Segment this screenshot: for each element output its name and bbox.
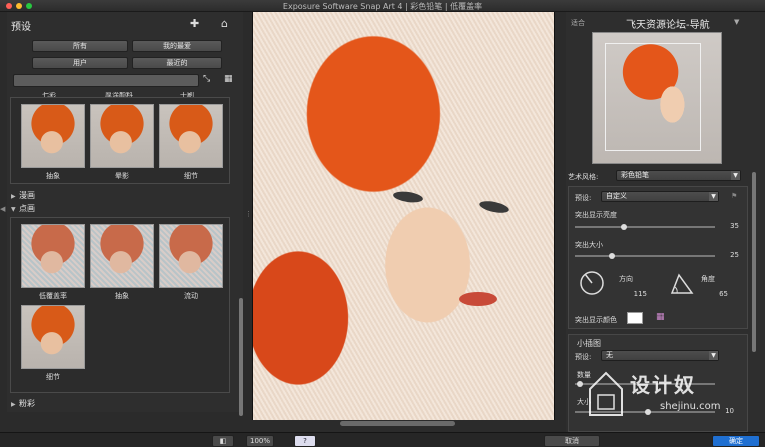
color-picker-icon[interactable]: ▦ — [656, 312, 665, 322]
house-logo-icon — [589, 371, 623, 416]
highlight-size-knob[interactable] — [609, 253, 615, 259]
highlight-color-label: 突出显示颜色 — [575, 316, 617, 324]
category-comic-label: 漫画 — [19, 191, 35, 200]
filter-user-button[interactable]: 用户 — [32, 57, 128, 69]
chevron-down-icon: ▼ — [11, 206, 16, 213]
canvas-lips — [459, 292, 497, 306]
canvas-portrait — [392, 142, 533, 362]
panel-divider-handle[interactable]: ⋮ — [245, 210, 252, 224]
filter-all-button[interactable]: 所有 — [32, 40, 128, 52]
grid-view-icon[interactable]: ▦ — [224, 74, 233, 84]
category-pointillism[interactable]: ▼ 点画 — [11, 203, 35, 214]
category-pastel-label: 粉彩 — [19, 399, 35, 408]
image-canvas[interactable] — [252, 12, 555, 420]
ok-button[interactable]: 确定 — [712, 435, 760, 447]
highlight-brightness-slider[interactable] — [575, 224, 715, 230]
angle-dial-icon[interactable] — [669, 270, 695, 296]
highlight-color-swatch[interactable] — [627, 312, 643, 324]
art-style-label: 艺术风格: — [568, 173, 599, 181]
highlight-size-value: 25 — [730, 251, 739, 259]
category-pastel[interactable]: ▶ 粉彩 — [11, 398, 35, 409]
chevron-down-icon: ▼ — [709, 192, 718, 201]
highlight-brightness-value: 35 — [730, 222, 739, 230]
title-bar: Exposure Software Snap Art 4 | 彩色铅笔 | 低覆… — [0, 0, 765, 12]
presets-header: 预设 ✚ ⌂ — [7, 16, 243, 34]
presets-scrollbar[interactable] — [239, 298, 243, 416]
small-preset-label: 预设: — [575, 353, 592, 361]
angle-value: 65 — [719, 290, 728, 298]
preset-thumb-low-coverage[interactable] — [21, 224, 85, 288]
preset-label-abstract: 抽象 — [46, 172, 60, 180]
settings-scrollbar[interactable] — [752, 172, 756, 352]
category-pointillism-label: 点画 — [19, 204, 35, 213]
art-style-select[interactable]: 彩色铅笔 ▼ — [616, 170, 741, 181]
angle-label: 角度 — [701, 275, 715, 283]
preset-value: 自定义 — [606, 192, 627, 200]
preset-thumb-vignette[interactable] — [90, 104, 154, 168]
preset-label: 预设: — [575, 194, 592, 202]
navigator-preview[interactable] — [592, 32, 722, 164]
category-comic[interactable]: ▶ 漫画 — [11, 190, 35, 201]
preset-search-input[interactable] — [13, 74, 199, 87]
collapse-left-icon[interactable]: ◀ — [0, 205, 5, 213]
navigator-fit[interactable]: 适合 — [571, 18, 585, 28]
canvas-eye-left — [392, 189, 424, 205]
collapse-icon[interactable]: ⤡ — [203, 74, 210, 84]
filter-favorites-button[interactable]: 我的最爱 — [132, 40, 222, 52]
chevron-right-icon: ▶ — [11, 193, 16, 200]
cancel-button[interactable]: 取消 — [544, 435, 600, 447]
presets-title: 预设 — [11, 22, 31, 33]
navigator-viewport[interactable] — [605, 43, 701, 151]
small-preset-select[interactable]: 无 ▼ — [601, 350, 719, 361]
watermark: 设计奴 shejinu.com — [582, 365, 762, 423]
preset-thumb-detail[interactable] — [159, 104, 223, 168]
plus-icon[interactable]: ✚ — [190, 17, 199, 30]
direction-label: 方向 — [619, 275, 633, 283]
canvas-eye-right — [478, 198, 510, 216]
preset-label-vignette: 晕影 — [115, 172, 129, 180]
preset-select[interactable]: 自定义 ▼ — [601, 191, 719, 202]
watermark-text: 设计奴 — [630, 373, 696, 397]
preset-label-detail-2: 细节 — [46, 373, 60, 381]
bottom-toolbar: ◧ 100% ? 取消 确定 — [0, 432, 765, 447]
preset-group-top: 抽象 晕影 细节 — [10, 97, 230, 184]
preset-label-flow: 流动 — [184, 292, 198, 300]
chevron-down-icon[interactable]: ▼ — [734, 18, 739, 26]
highlight-size-slider[interactable] — [575, 253, 715, 259]
split-view-button[interactable]: ◧ — [212, 435, 234, 447]
category-crayon[interactable]: ▶蜡笔 — [11, 411, 35, 412]
window-title: Exposure Software Snap Art 4 | 彩色铅笔 | 低覆… — [282, 2, 483, 11]
preset-label-detail: 细节 — [184, 172, 198, 180]
navigator-header: 适合 飞天资源论坛-导航 ▼ — [566, 15, 765, 31]
preset-thumb-abstract-2[interactable] — [90, 224, 154, 288]
highlight-size-label: 突出大小 — [575, 241, 603, 249]
art-style-value: 彩色铅笔 — [621, 171, 649, 179]
small-stroke-title: 小插图 — [577, 339, 601, 348]
direction-dial-icon[interactable] — [579, 270, 605, 296]
small-preset-value: 无 — [606, 351, 613, 359]
home-icon[interactable]: ⌂ — [221, 17, 228, 30]
preset-thumb-abstract[interactable] — [21, 104, 85, 168]
watermark-url: shejinu.com — [660, 401, 721, 412]
preset-thumb-detail-2[interactable] — [21, 305, 85, 369]
chevron-right-icon: ▶ — [11, 401, 16, 408]
preset-thumb-flow[interactable] — [159, 224, 223, 288]
chevron-down-icon: ▼ — [731, 171, 740, 180]
help-button[interactable]: ? — [294, 435, 316, 447]
direction-value: 115 — [633, 290, 647, 298]
preset-list: 七彩 厚涂颜料 干刷 抽象 晕影 细节 ▶ 漫画 ▼ 点画 低覆盖率 抽象 流动 细… — [7, 92, 243, 412]
highlight-brightness-label: 突出显示亮度 — [575, 211, 617, 219]
chevron-down-icon: ▼ — [709, 351, 718, 360]
presets-panel: 预设 ✚ ⌂ 所有 我的最爱 用户 最近的 ⤡ ▦ 七彩 厚涂颜料 干刷 抽象 … — [7, 12, 243, 416]
pencil-settings-section: 预设: 自定义 ▼ ⚑ 突出显示亮度 35 突出大小 25 方向 115 角度 … — [568, 186, 748, 329]
preset-group-pointillism: 低覆盖率 抽象 流动 细节 — [10, 217, 230, 393]
navigator-title: 飞天资源论坛-导航 — [626, 20, 710, 31]
preset-label-low-coverage: 低覆盖率 — [39, 292, 67, 300]
highlight-brightness-knob[interactable] — [621, 224, 627, 230]
zoom-select[interactable]: 100% — [246, 435, 274, 447]
filter-recent-button[interactable]: 最近的 — [132, 57, 222, 69]
canvas-horizontal-scrollbar[interactable] — [340, 421, 455, 426]
preset-label-abstract-2: 抽象 — [115, 292, 129, 300]
favorite-icon[interactable]: ⚑ — [731, 192, 737, 200]
